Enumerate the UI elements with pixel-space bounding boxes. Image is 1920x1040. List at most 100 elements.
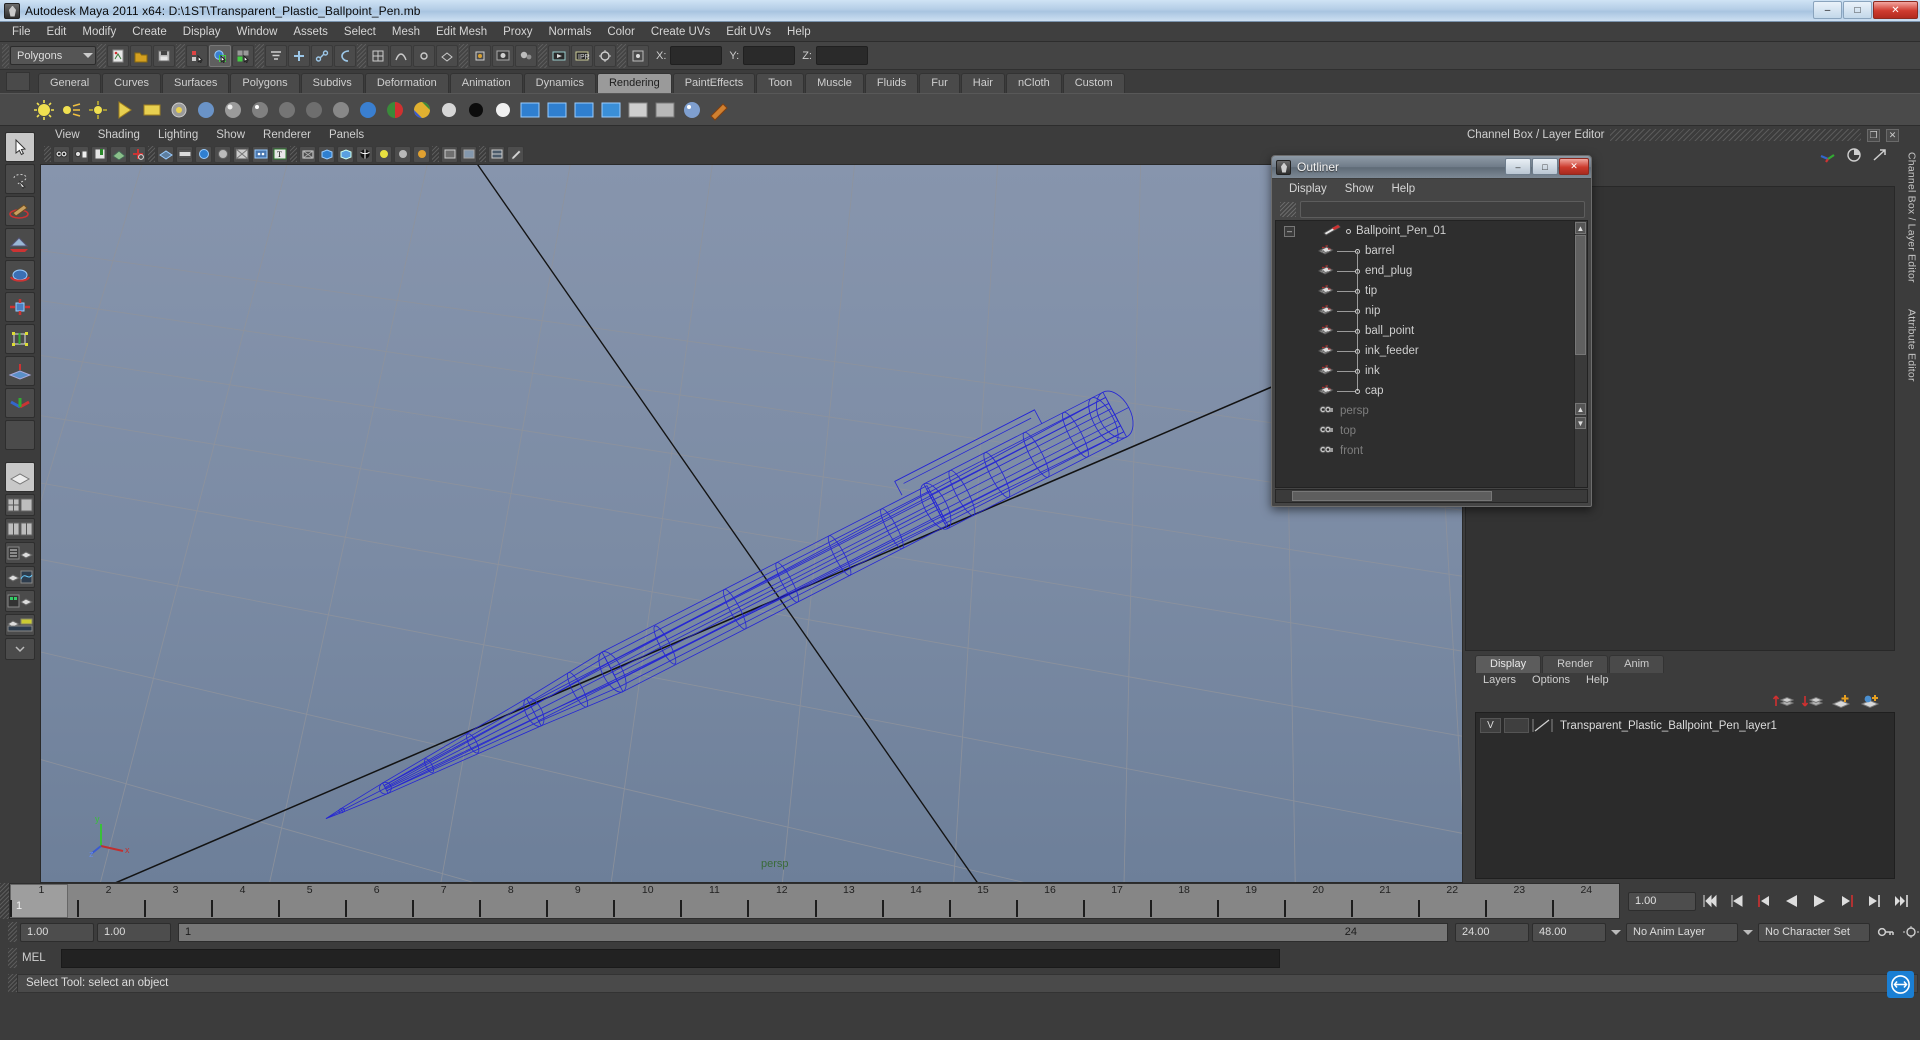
layer-menu-layers[interactable]: Layers <box>1475 673 1524 690</box>
menu-edit-mesh[interactable]: Edit Mesh <box>428 24 495 40</box>
outliner-search-input[interactable] <box>1300 200 1585 218</box>
anisotropic-material-icon[interactable] <box>302 98 326 122</box>
menu-proxy[interactable]: Proxy <box>495 24 540 40</box>
batch-render-icon[interactable] <box>572 98 596 122</box>
outliner-item-root[interactable]: – Ballpoint_Pen_01 <box>1276 221 1587 241</box>
use-all-lights-icon[interactable] <box>394 145 411 163</box>
menu-edit-uvs[interactable]: Edit UVs <box>718 24 779 40</box>
new-layer-from-selected-icon[interactable] <box>1859 692 1881 710</box>
auto-key-icon[interactable] <box>1877 925 1895 939</box>
open-scene-button[interactable] <box>130 44 152 67</box>
selection-mode-dropdown[interactable]: Polygons <box>10 46 96 65</box>
outliner-hscroll-thumb[interactable] <box>1292 491 1492 501</box>
render-settings-button[interactable] <box>492 44 514 67</box>
resolution-gate-icon[interactable] <box>195 145 212 163</box>
outliner-maximize-button[interactable]: □ <box>1532 158 1558 175</box>
shelf-tab-deformation[interactable]: Deformation <box>364 73 449 93</box>
range-slider-grip[interactable] <box>8 922 17 942</box>
paint-effects-icon[interactable] <box>707 98 731 122</box>
last-tool-used-button[interactable] <box>5 420 35 450</box>
shelf-tab-ncloth[interactable]: nCloth <box>1005 73 1062 93</box>
perspective-viewport[interactable]: persp y x z <box>40 164 1463 883</box>
range-slider-bar[interactable]: 1 24 <box>178 922 1448 942</box>
shelf-tab-painteffects[interactable]: PaintEffects <box>672 73 756 93</box>
layer-tab-display[interactable]: Display <box>1475 655 1542 673</box>
coord-z-field[interactable] <box>815 46 868 65</box>
viewport-menu-renderer[interactable]: Renderer <box>254 128 320 142</box>
persp-graph-layout-button[interactable] <box>5 566 35 588</box>
shelf-tab-general[interactable]: General <box>38 73 102 93</box>
image-plane-icon[interactable] <box>110 145 127 163</box>
coord-x-field[interactable] <box>670 46 723 65</box>
save-scene-button[interactable] <box>153 44 175 67</box>
outliner-tree[interactable]: ▲ ▲ ▼ – Ballpoint_Pen_01 barrel end_plug tip… <box>1275 220 1588 488</box>
animation-preferences-icon[interactable] <box>1902 925 1920 939</box>
mask-face-button[interactable] <box>334 44 356 67</box>
menu-modify[interactable]: Modify <box>74 24 124 40</box>
single-perspective-layout-button[interactable] <box>5 462 35 492</box>
hardware-texturing-icon[interactable] <box>488 145 505 163</box>
bookmarks-icon[interactable] <box>91 145 108 163</box>
move-tool-button[interactable] <box>5 228 35 258</box>
select-by-object-type-button[interactable] <box>209 44 231 67</box>
shadows-icon[interactable] <box>413 145 430 163</box>
phong-material-icon[interactable] <box>248 98 272 122</box>
component-mask-button[interactable] <box>265 44 287 67</box>
rotate-tool-button[interactable] <box>5 260 35 290</box>
scale-tool-button[interactable] <box>5 292 35 322</box>
viewport-toolbar-grip[interactable] <box>44 146 51 162</box>
mask-edge-button[interactable] <box>311 44 333 67</box>
select-by-hierarchy-button[interactable] <box>186 44 208 67</box>
select-camera-icon[interactable] <box>53 145 70 163</box>
two-pane-layout-button[interactable] <box>5 518 35 540</box>
step-back-frame-button[interactable] <box>1753 891 1777 911</box>
outliner-item-top[interactable]: top <box>1276 421 1587 441</box>
outliner-expand-toggle[interactable]: – <box>1284 225 1295 237</box>
layer-visibility-toggle[interactable]: V <box>1480 718 1501 733</box>
shelf-tab-surfaces[interactable]: Surfaces <box>161 73 230 93</box>
channel-arrow-icon[interactable] <box>1871 147 1889 163</box>
select-by-component-type-button[interactable] <box>232 44 254 67</box>
window-maximize-button[interactable]: □ <box>1843 1 1872 19</box>
render-settings-shelf-icon[interactable] <box>599 98 623 122</box>
layout-expand-button[interactable] <box>5 638 35 660</box>
render-globals-button[interactable] <box>594 44 616 67</box>
transform-center-icon[interactable] <box>627 44 649 67</box>
show-manipulator-tool-button[interactable] <box>5 388 35 418</box>
shelf-tab-muscle[interactable]: Muscle <box>805 73 864 93</box>
time-slider-track[interactable]: 1 1 2 3 4 5 6 7 8 9 10 11 12 13 14 15 16 17 18 19 20 21 22 23 2… <box>9 883 1620 919</box>
outliner-item-barrel[interactable]: barrel <box>1276 241 1587 271</box>
wireframe-shading-icon[interactable] <box>299 145 316 163</box>
shading-map-icon[interactable] <box>491 98 515 122</box>
shelf-tab-dynamics[interactable]: Dynamics <box>523 73 596 93</box>
menu-color[interactable]: Color <box>599 24 642 40</box>
outliner-menu-display[interactable]: Display <box>1280 182 1336 196</box>
layer-tab-render[interactable]: Render <box>1542 655 1609 673</box>
menu-window[interactable]: Window <box>228 24 285 40</box>
point-light-icon[interactable] <box>86 98 110 122</box>
panel-drag-handle[interactable] <box>1610 129 1861 141</box>
menu-edit[interactable]: Edit <box>39 24 75 40</box>
use-background-icon[interactable] <box>464 98 488 122</box>
time-slider-grip[interactable] <box>0 883 9 919</box>
help-line-grip[interactable] <box>8 974 17 992</box>
move-layer-down-icon[interactable] <box>1801 692 1823 710</box>
render-view-icon[interactable] <box>518 98 542 122</box>
play-forwards-button[interactable] <box>1807 891 1831 911</box>
anim-layer-field[interactable]: No Anim Layer <box>1626 922 1738 942</box>
snap-to-curve-button[interactable] <box>390 44 412 67</box>
outliner-item-end_plug[interactable]: end_plug <box>1276 261 1587 291</box>
range-start-field[interactable]: 1.00 <box>20 922 94 942</box>
pencil-annotate-icon[interactable] <box>507 145 524 163</box>
surface-shader-icon[interactable] <box>437 98 461 122</box>
new-empty-layer-icon[interactable] <box>1830 692 1852 710</box>
viewport-menu-view[interactable]: View <box>46 128 89 142</box>
layer-state-toggle[interactable] <box>1504 718 1529 733</box>
construction-history-button[interactable] <box>469 44 491 67</box>
twoD-pan-zoom-icon[interactable] <box>129 145 146 163</box>
outliner-item-ink[interactable]: ink <box>1276 361 1587 391</box>
menu-help[interactable]: Help <box>779 24 819 40</box>
shelf-tab-fur[interactable]: Fur <box>919 73 960 93</box>
window-close-button[interactable]: ✕ <box>1873 1 1918 19</box>
blinn-material-icon[interactable] <box>221 98 245 122</box>
